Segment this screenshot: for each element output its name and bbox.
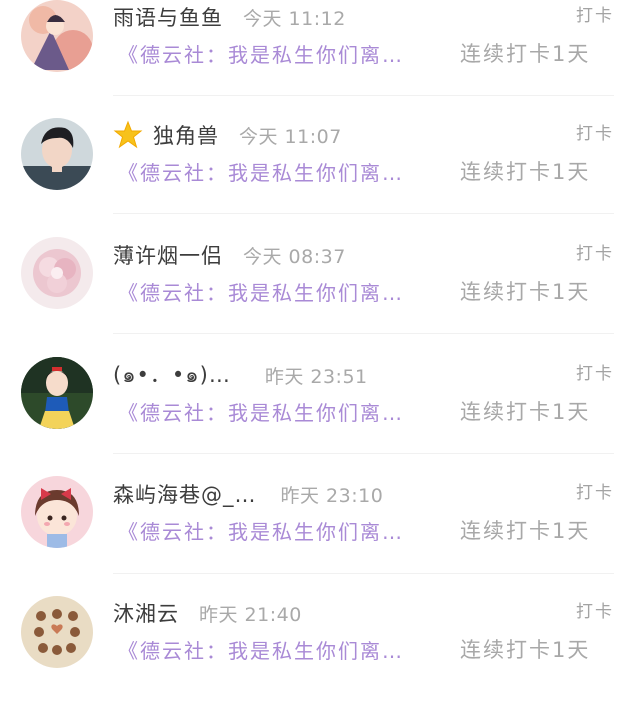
checkin-time: 今天 08:37 (243, 245, 346, 268)
checkin-tag: 打卡 (576, 6, 614, 26)
avatar[interactable] (21, 0, 93, 72)
streak-text: 连续打卡1天 (460, 638, 591, 662)
list-item[interactable]: 沐湘云 昨天 21:40 打卡 《德云社：我是私生你们离… 连续打卡1天 (0, 596, 640, 714)
checkin-time: 今天 11:07 (239, 125, 342, 148)
avatar[interactable] (21, 237, 93, 309)
checkin-tag: 打卡 (576, 244, 614, 264)
checkin-time: 昨天 23:51 (264, 365, 368, 388)
user-name[interactable]: 森屿海巷@_… (113, 479, 257, 509)
user-name[interactable]: 独角兽 (153, 120, 219, 150)
list-item[interactable]: 薄许烟一侣 今天 08:37 打卡 《德云社：我是私生你们离… 连续打卡1天 (0, 237, 640, 355)
name-line: 薄许烟一侣 今天 08:37 (113, 239, 346, 271)
divider (113, 213, 614, 214)
checkin-tag: 打卡 (576, 483, 614, 503)
list-item[interactable]: 森屿海巷@_… 昨天 23:10 打卡 《德云社：我是私生你们离… 连续打卡1天 (0, 476, 640, 594)
group-link[interactable]: 《德云社：我是私生你们离… (118, 397, 454, 426)
avatar[interactable] (21, 357, 93, 429)
checkin-time: 昨天 21:40 (199, 603, 302, 626)
content-line: 《德云社：我是私生你们离… 连续打卡1天 (118, 36, 590, 70)
checkin-tag: 打卡 (576, 364, 614, 384)
divider (113, 95, 614, 96)
content-line: 《德云社：我是私生你们离… 连续打卡1天 (118, 394, 590, 428)
list-item[interactable]: (๑•．•๑)… 昨天 23:51 打卡 《德云社：我是私生你们离… 连续打卡1… (0, 357, 640, 475)
list-item[interactable]: 独角兽 今天 11:07 打卡 《德云社：我是私生你们离… 连续打卡1天 (0, 118, 640, 236)
divider (113, 333, 614, 334)
streak-text: 连续打卡1天 (460, 519, 591, 543)
content-line: 《德云社：我是私生你们离… 连续打卡1天 (118, 632, 590, 666)
divider (113, 573, 614, 574)
group-link[interactable]: 《德云社：我是私生你们离… (118, 39, 454, 68)
name-line: (๑•．•๑)… 昨天 23:51 (113, 359, 368, 391)
checkin-tag: 打卡 (576, 602, 614, 622)
user-name[interactable]: 薄许烟一侣 (113, 240, 223, 270)
star-icon (113, 120, 143, 149)
content-line: 《德云社：我是私生你们离… 连续打卡1天 (118, 513, 590, 547)
name-line: 沐湘云 昨天 21:40 (113, 597, 302, 629)
list-item[interactable]: 雨语与鱼鱼 今天 11:12 打卡 《德云社：我是私生你们离… 连续打卡1天 (0, 0, 640, 118)
name-line: 独角兽 今天 11:07 (113, 119, 342, 151)
avatar[interactable] (21, 596, 93, 668)
checkin-time: 今天 11:12 (243, 7, 346, 30)
avatar[interactable] (21, 118, 93, 190)
name-line: 雨语与鱼鱼 今天 11:12 (113, 1, 346, 33)
checkin-tag: 打卡 (576, 124, 614, 144)
user-name[interactable]: (๑•．•๑)… (113, 359, 231, 392)
checkin-time: 昨天 23:10 (280, 484, 384, 507)
checkin-list: 雨语与鱼鱼 今天 11:12 打卡 《德云社：我是私生你们离… 连续打卡1天 独… (0, 0, 640, 686)
name-line: 森屿海巷@_… 昨天 23:10 (113, 478, 383, 510)
user-name[interactable]: 雨语与鱼鱼 (113, 2, 223, 32)
streak-text: 连续打卡1天 (460, 280, 591, 304)
user-name[interactable]: 沐湘云 (113, 598, 179, 628)
streak-text: 连续打卡1天 (460, 400, 591, 424)
avatar[interactable] (21, 476, 93, 548)
streak-text: 连续打卡1天 (460, 160, 591, 184)
group-link[interactable]: 《德云社：我是私生你们离… (118, 516, 454, 545)
group-link[interactable]: 《德云社：我是私生你们离… (118, 277, 454, 306)
streak-text: 连续打卡1天 (460, 42, 591, 66)
content-line: 《德云社：我是私生你们离… 连续打卡1天 (118, 154, 590, 188)
divider (113, 453, 614, 454)
content-line: 《德云社：我是私生你们离… 连续打卡1天 (118, 274, 590, 308)
group-link[interactable]: 《德云社：我是私生你们离… (118, 635, 454, 664)
group-link[interactable]: 《德云社：我是私生你们离… (118, 157, 454, 186)
